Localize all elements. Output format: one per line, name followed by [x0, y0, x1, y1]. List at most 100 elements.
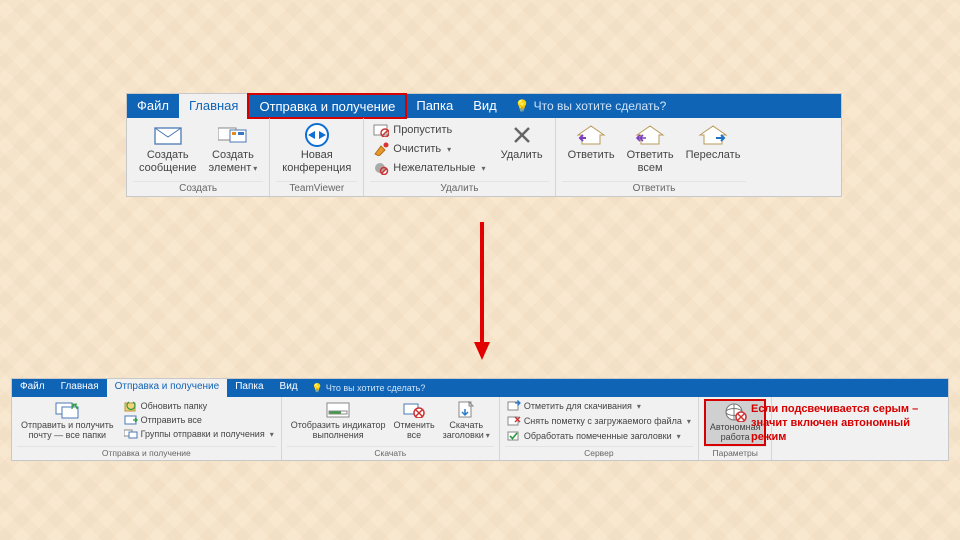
mark-download-label: Отметить для скачивания: [524, 401, 632, 411]
group-download-label: Скачать: [287, 446, 494, 460]
update-folder-button[interactable]: Обновить папку: [122, 399, 276, 413]
tell-me-text-b: Что вы хотите сделать?: [326, 383, 426, 393]
group-server: Отметить для скачивания ▾ Снять пометку с…: [500, 397, 699, 460]
tell-me-text: Что вы хотите сделать?: [534, 99, 667, 113]
send-all-label: Отправить все: [141, 415, 202, 425]
tab-file-b[interactable]: Файл: [12, 379, 53, 397]
chevron-down-icon: ▾: [486, 431, 490, 440]
lightbulb-icon: 💡: [312, 383, 323, 394]
download-headers-label: Скачать заголовки: [443, 420, 484, 440]
group-teamviewer-label: TeamViewer: [276, 181, 357, 196]
chevron-down-icon: ▾: [677, 432, 681, 441]
new-item-icon: [218, 123, 248, 147]
ribbon-home: Файл Главная Отправка и получение Папка …: [126, 93, 842, 197]
show-progress-button[interactable]: Отобразить индикатор выполнения: [287, 399, 390, 445]
ribbon-body: Создать сообщение Создать элемент▾ Созда…: [127, 118, 841, 196]
download-headers-button[interactable]: Скачать заголовки▾: [439, 399, 494, 445]
callout-text: Если подсвечивается серым – значит включ…: [751, 403, 946, 444]
cancel-all-label: Отменить все: [394, 421, 435, 441]
group-create: Создать сообщение Создать элемент▾ Созда…: [127, 118, 270, 196]
reply-button[interactable]: Ответить: [562, 121, 621, 181]
new-meeting-label: Новая конференция: [282, 149, 351, 174]
refresh-folder-icon: [124, 399, 138, 413]
ribbon-tabs: Файл Главная Отправка и получение Папка …: [127, 94, 841, 118]
new-item-button[interactable]: Создать элемент▾: [203, 121, 264, 181]
chevron-down-icon: ▾: [447, 145, 451, 154]
process-headers-label: Обработать помеченные заголовки: [524, 431, 672, 441]
cleanup-button[interactable]: Очистить ▾: [370, 140, 488, 158]
tab-file[interactable]: Файл: [127, 94, 179, 118]
tell-me-b[interactable]: 💡 Что вы хотите сделать?: [306, 379, 432, 397]
mark-icon: [507, 399, 521, 413]
cleanup-label: Очистить: [393, 143, 441, 155]
envelope-icon: [153, 123, 183, 147]
mark-download-button[interactable]: Отметить для скачивания ▾: [505, 399, 693, 413]
ignore-icon: [373, 122, 389, 138]
arrow-down-icon: [474, 222, 490, 360]
junk-button[interactable]: Нежелательные ▾: [370, 159, 488, 177]
tab-home-b[interactable]: Главная: [53, 379, 107, 397]
process-icon: [507, 429, 521, 443]
group-server-label: Сервер: [505, 446, 693, 460]
tab-send-receive[interactable]: Отправка и получение: [247, 93, 407, 119]
tab-view[interactable]: Вид: [463, 94, 507, 118]
tab-home[interactable]: Главная: [179, 94, 248, 118]
groups-icon: [124, 427, 138, 441]
reply-icon: [576, 123, 606, 147]
send-all-button[interactable]: Отправить все: [122, 413, 276, 427]
unmark-button[interactable]: Снять пометку с загружаемого файла ▾: [505, 414, 693, 428]
group-send-receive: Отправить и получить почту — все папки О…: [12, 397, 282, 460]
group-respond-label: Ответить: [562, 181, 747, 196]
send-receive-all-button[interactable]: Отправить и получить почту — все папки: [17, 399, 118, 445]
junk-label: Нежелательные: [393, 162, 475, 174]
group-delete: Пропустить Очистить ▾ Нежелательные ▾ Удал…: [364, 118, 555, 196]
new-message-label: Создать сообщение: [139, 149, 197, 174]
delete-button[interactable]: Удалить: [495, 121, 549, 181]
group-teamviewer: Новая конференция TeamViewer: [270, 118, 364, 196]
teamviewer-icon: [302, 123, 332, 147]
reply-all-button[interactable]: Ответить всем: [621, 121, 680, 181]
process-headers-button[interactable]: Обработать помеченные заголовки ▾: [505, 429, 693, 443]
ignore-label: Пропустить: [393, 124, 452, 136]
send-receive-icon: [54, 400, 80, 420]
progress-icon: [325, 400, 351, 420]
new-meeting-button[interactable]: Новая конференция: [276, 121, 357, 181]
show-progress-label: Отобразить индикатор выполнения: [291, 421, 386, 441]
chevron-down-icon: ▾: [687, 417, 691, 426]
tab-view-b[interactable]: Вид: [272, 379, 306, 397]
reply-label: Ответить: [568, 149, 615, 162]
reply-all-label: Ответить всем: [627, 149, 674, 174]
chevron-down-icon: ▾: [270, 430, 274, 439]
send-receive-all-label: Отправить и получить почту — все папки: [21, 421, 114, 441]
chevron-down-icon: ▾: [253, 164, 257, 173]
send-all-icon: [124, 413, 138, 427]
new-message-button[interactable]: Создать сообщение: [133, 121, 203, 181]
tab-send-receive-b[interactable]: Отправка и получение: [107, 379, 228, 397]
tell-me[interactable]: 💡 Что вы хотите сделать?: [507, 94, 675, 118]
offline-icon: [722, 402, 748, 422]
chevron-down-icon: ▾: [482, 164, 486, 173]
lightbulb-icon: 💡: [515, 99, 530, 113]
forward-button[interactable]: Переслать: [680, 121, 747, 181]
group-params-label: Параметры: [704, 446, 767, 460]
delete-label: Удалить: [501, 149, 543, 162]
update-folder-label: Обновить папку: [141, 401, 208, 411]
group-download: Отобразить индикатор выполнения Отменить…: [282, 397, 500, 460]
tab-folder[interactable]: Папка: [406, 94, 463, 118]
group-delete-label: Удалить: [370, 181, 548, 196]
unmark-label: Снять пометку с загружаемого файла: [524, 416, 682, 426]
arrow-annotation: [474, 222, 490, 360]
ignore-button[interactable]: Пропустить: [370, 121, 488, 139]
group-create-label: Создать: [133, 181, 263, 196]
forward-icon: [698, 123, 728, 147]
chevron-down-icon: ▾: [637, 402, 641, 411]
delete-icon: [507, 123, 537, 147]
send-receive-groups-button[interactable]: Группы отправки и получения ▾: [122, 427, 276, 441]
reply-all-icon: [635, 123, 665, 147]
cancel-all-button[interactable]: Отменить все: [390, 399, 439, 445]
cancel-icon: [401, 400, 427, 420]
send-receive-groups-label: Группы отправки и получения: [141, 429, 265, 439]
group-respond: Ответить Ответить всем Переслать Ответит…: [556, 118, 753, 196]
cleanup-icon: [373, 141, 389, 157]
tab-folder-b[interactable]: Папка: [227, 379, 271, 397]
